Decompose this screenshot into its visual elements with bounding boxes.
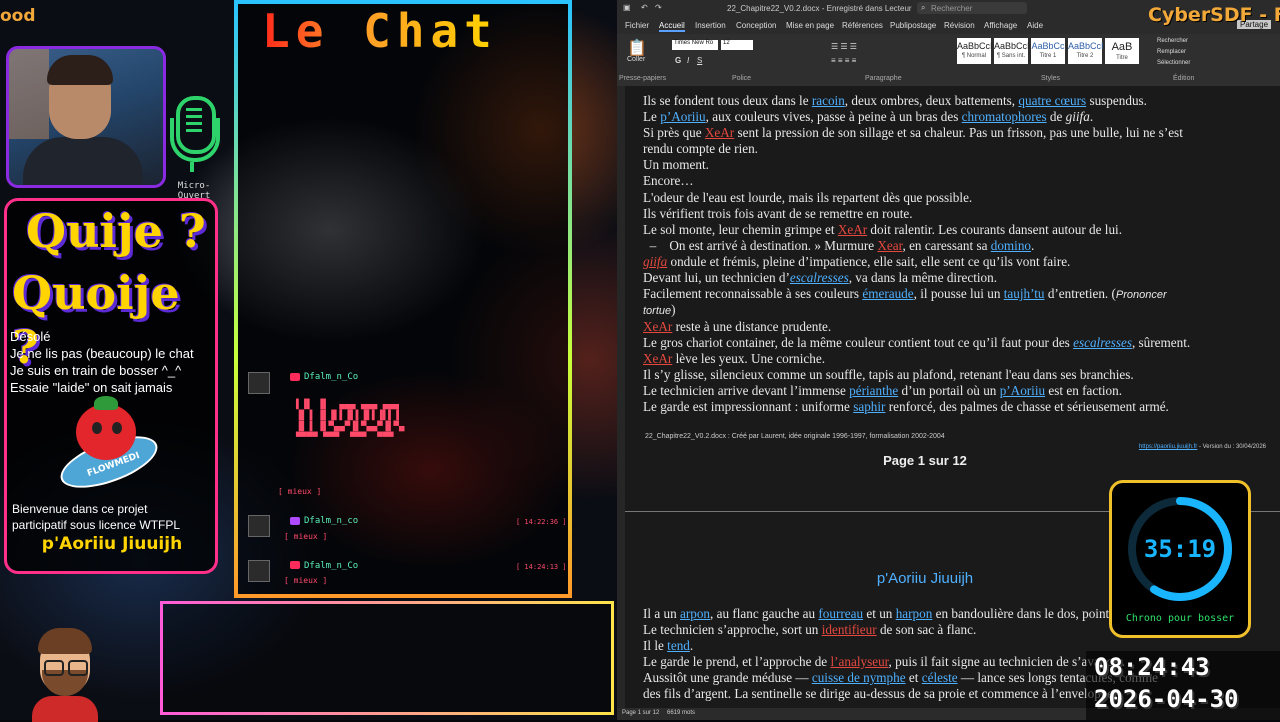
chat-message-text: [ mieux ] (278, 487, 322, 496)
chat-username: Dfalm_n_Co (304, 372, 359, 382)
style-titre[interactable]: AaB Titre (1105, 38, 1139, 64)
page-footer-right: https://paoriiu.jiuuijh.fr - Version du … (1139, 444, 1266, 450)
group-label: Styles (1041, 75, 1061, 82)
welcome-text: Bienvenue dans ce projet participatif so… (12, 501, 212, 533)
style-titre1[interactable]: AaBbCc Titre 1 (1031, 38, 1065, 64)
ribbon: 📋 Coller Times New Ro 12 G I S ☰ ☰ ☰ ≡ ≡… (617, 34, 1280, 87)
undo-icon[interactable]: ↶ (641, 3, 648, 12)
chat-message-text: [ mieux ] (284, 532, 328, 541)
tab-publipostage[interactable]: Publipostage (890, 21, 936, 30)
status-page[interactable]: Page 1 sur 12 (622, 710, 659, 716)
select-button[interactable]: Sélectionner (1157, 60, 1190, 66)
panel-title-quije: Quije ? (26, 204, 206, 258)
clock-time: 08:24:43 (1094, 653, 1210, 681)
chrono-label: Chrono pour bosser (1125, 613, 1235, 624)
footer-link[interactable]: https://paoriiu.jiuuijh.fr (1139, 444, 1197, 450)
welcome-line: participatif sous licence WTFPL (12, 518, 181, 532)
clock-widget: 08:24:43 2026-04-30 (1086, 651, 1280, 720)
panel-message-line: Désolé (10, 329, 51, 344)
tab-mise-en-page[interactable]: Mise en page (786, 21, 834, 30)
badge-icon (290, 517, 300, 525)
microphone-icon (166, 96, 222, 190)
tab-conception[interactable]: Conception (736, 21, 776, 30)
badge-icon (290, 561, 300, 569)
clock-date: 2026-04-30 (1094, 685, 1239, 713)
page-number: Page 1 sur 12 (883, 453, 967, 468)
group-label: Presse-papiers (619, 75, 667, 82)
page-footer: 22_Chapitre22_V0.2.docx : Créé par Laure… (645, 433, 945, 440)
chat-message-text: [ mieux ] (284, 576, 328, 585)
paste-icon[interactable]: 📋 (627, 38, 647, 58)
ascii-art-message: ▌▐▌ ▐▌ ▄▄▄ ▄▄▄ ▄▄▄ ▐▌▐ ▐▌▐▌▌▐▌▌▐▌▌▐▌▌▐ ▐… (296, 400, 405, 443)
vertical-ruler (617, 86, 625, 708)
style-normal[interactable]: AaBbCcI ¶ Normal (957, 38, 993, 64)
italic-button[interactable]: I (687, 56, 689, 65)
tab-aide[interactable]: Aide (1027, 21, 1043, 30)
status-words[interactable]: 6619 mots (667, 710, 695, 716)
panel-brand: p'Aoriiu Jiuuijh (41, 534, 183, 554)
cartoon-avatar (30, 622, 100, 722)
channel-brand-right: CyberSDF - Fr (1148, 4, 1280, 26)
search-icon: ⌕ (921, 3, 926, 12)
tab-accueil[interactable]: Accueil (659, 21, 685, 32)
tab-revision[interactable]: Révision (944, 21, 975, 30)
save-icon[interactable]: ▣ (623, 3, 631, 12)
find-button[interactable]: Rechercher (1157, 38, 1188, 44)
document-title: 22_Chapitre22_V0.2.docx - Enregistré dan… (727, 4, 912, 13)
tab-references[interactable]: Références (842, 21, 883, 30)
redo-icon[interactable]: ↷ (655, 3, 662, 12)
chat-avatar (248, 372, 270, 394)
group-label: Paragraphe (865, 75, 902, 82)
badge-icon (290, 373, 300, 381)
tab-fichier[interactable]: Fichier (625, 21, 649, 30)
group-label: Édition (1173, 75, 1195, 82)
tab-affichage[interactable]: Affichage (984, 21, 1017, 30)
underline-button[interactable]: S (697, 56, 702, 65)
chat-username: Dfalm_n_Co (304, 561, 359, 571)
search-placeholder: Rechercher (931, 4, 973, 13)
chrono-time: 35:19 (1143, 535, 1217, 563)
style-sans-int[interactable]: AaBbCcI ¶ Sans int. (994, 38, 1030, 64)
welcome-line: Bienvenue dans ce projet (12, 502, 148, 516)
chat-timestamp: [ 14:22:36 ] (516, 518, 567, 526)
chat-frame (234, 0, 572, 598)
font-size-select[interactable]: 12 (721, 40, 753, 50)
bold-button[interactable]: G (675, 56, 681, 65)
panel-message-line: Je ne lis pas (beaucoup) le chat (10, 346, 194, 361)
align-icon[interactable]: ≡ ≡ ≡ ≡ (831, 56, 856, 65)
panel-message-line: Je suis en train de bosser ^_^ (10, 363, 182, 378)
chat-timestamp: [ 14:24:13 ] (516, 563, 567, 571)
paste-label: Coller (627, 56, 646, 63)
chat-avatar (248, 560, 270, 582)
tab-insertion[interactable]: Insertion (695, 21, 726, 30)
list-icon[interactable]: ☰ ☰ ☰ (831, 42, 857, 51)
font-name-select[interactable]: Times New Ro (672, 40, 718, 50)
empty-alert-box (160, 601, 614, 715)
footer-version: - Version du : 30/04/2026 (1197, 444, 1266, 450)
replace-button[interactable]: Remplacer (1157, 49, 1186, 55)
panel-message: Désolé Je ne lis pas (beaucoup) le chat … (10, 328, 216, 396)
webcam-feed (6, 46, 166, 188)
chat-avatar (248, 515, 270, 537)
tomato-surfer-sticker: FLOWMEDI (54, 390, 164, 500)
group-label: Police (732, 75, 752, 82)
channel-brand-left: ood (0, 6, 36, 26)
search-box[interactable]: ⌕ Rechercher (917, 2, 1027, 14)
chat-title: Le Chat (262, 4, 498, 58)
style-titre2[interactable]: AaBbCcI Titre 2 (1068, 38, 1104, 64)
chat-username: Dfalm_n_co (304, 516, 359, 526)
chrono-timer: 35:19 Chrono pour bosser (1109, 480, 1251, 638)
